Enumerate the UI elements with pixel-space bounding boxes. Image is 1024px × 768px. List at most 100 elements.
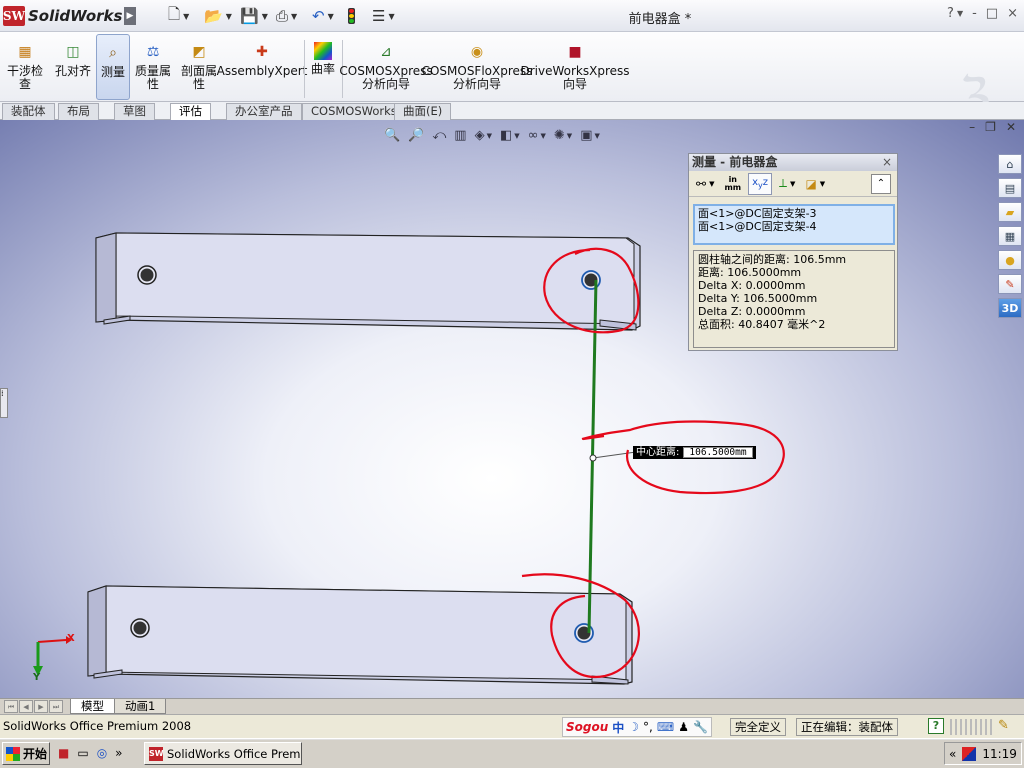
selection-item[interactable]: 面<1>@DC固定支架-3 <box>698 207 890 220</box>
title-bar: SW SolidWorks ▶ 🗋 ▼ 📂 ▼ 💾 ▼ ⎙ ▼ ↶ ▼ ☰ ▼ 前电器盒 *… <box>0 0 1024 32</box>
tab-assembly[interactable]: 装配体 <box>2 103 55 120</box>
appearances-icon[interactable]: ● <box>998 250 1022 270</box>
next-tab-icon[interactable]: ▶ <box>34 700 48 713</box>
minimize-button[interactable]: - <box>972 6 977 21</box>
measure-results: 圆柱轴之间的距离: 106.5mm 距离: 106.5000mm Delta X… <box>693 250 895 348</box>
home-icon[interactable]: ⌂ <box>998 154 1022 174</box>
assemblyxpert-button[interactable]: ✚ AssemblyXpert <box>217 34 308 100</box>
ie-icon[interactable]: ◎ <box>97 746 107 760</box>
hole-alignment-button[interactable]: ◫ 孔对齐 <box>52 34 94 100</box>
ime-toolbar[interactable]: Sogou 中 ☽ °, ⌨ ♟ 🔧 <box>562 717 712 737</box>
3d-content-icon[interactable]: 3D <box>998 298 1022 318</box>
save-button[interactable]: 💾 ▼ <box>240 6 268 26</box>
close-button[interactable]: × <box>1007 6 1018 21</box>
start-button[interactable]: 开始 <box>2 742 50 765</box>
command-label: 剖面属 性 <box>180 64 217 91</box>
command-label: COSMOSFloXpress 分析向导 <box>421 64 533 91</box>
command-manager: ▦ 干涉检 查 ◫ 孔对齐 ⌕ 测量 ⚖ 质量属 性 ◩ 剖面属 性 ✚ Ass… <box>0 32 1024 129</box>
driveworksxpress-button[interactable]: ■ DriveWorksXpress 向导 <box>520 34 629 100</box>
arc-circle-measure-button[interactable]: ⚯ ▼ <box>693 173 717 195</box>
tab-cosmosworks[interactable]: COSMOSWorks <box>302 103 406 120</box>
open-folder-icon: 📂 <box>204 7 223 25</box>
open-document-button[interactable]: 📂 ▼ <box>204 6 232 26</box>
units-precision-button[interactable]: in mm <box>721 173 744 195</box>
user-icon[interactable]: ♟ <box>678 720 689 734</box>
curvature-button[interactable]: 曲率 <box>308 34 338 100</box>
start-label: 开始 <box>23 747 48 761</box>
help-dropdown-icon[interactable]: ▼ <box>957 9 963 21</box>
result-line: Delta Z: 0.0000mm <box>698 305 806 318</box>
measure-selection-list[interactable]: 面<1>@DC固定支架-3 面<1>@DC固定支架-4 <box>693 204 895 245</box>
punctuation-icon[interactable]: °, <box>643 720 653 734</box>
help-icon[interactable]: ? <box>928 718 944 734</box>
last-tab-icon[interactable]: ⏭ <box>49 700 63 713</box>
print-button[interactable]: ⎙ ▼ <box>276 6 297 26</box>
options-button[interactable]: ☰ ▼ <box>372 6 395 26</box>
coordinate-system-button[interactable]: ◪ ▼ <box>802 173 828 195</box>
distance-callout[interactable]: 中心距离: 106.5000mm <box>633 446 756 459</box>
new-document-button[interactable]: 🗋 ▼ <box>168 5 189 26</box>
show-desktop-icon[interactable]: ▭ <box>77 746 88 760</box>
solidworks-quicklaunch-icon[interactable]: ■ <box>58 746 69 760</box>
measure-button[interactable]: ⌕ 测量 <box>96 34 130 100</box>
upper-bracket[interactable] <box>95 232 641 331</box>
chevron-down-icon: ▼ <box>388 11 395 21</box>
chevron-down-icon: ▼ <box>790 179 796 188</box>
selection-item[interactable]: 面<1>@DC固定支架-4 <box>698 220 890 233</box>
tab-sketch[interactable]: 草图 <box>114 103 155 120</box>
show-xyz-button[interactable]: xyz <box>748 172 773 195</box>
clock[interactable]: 11:19 <box>982 747 1017 761</box>
tray-expand-icon[interactable]: « <box>949 747 956 761</box>
wrench-icon[interactable]: 🔧 <box>693 720 708 734</box>
menu-arrow-icon[interactable]: ▶ <box>124 7 136 25</box>
taskbar-solidworks-button[interactable]: SW SolidWorks Office Premiu... <box>144 742 302 765</box>
window-controls: ? ▼ - □ × <box>947 6 1018 21</box>
brand-name: SolidWorks <box>28 7 123 25</box>
sogou-logo: Sogou <box>566 720 609 734</box>
cosmosxpress-button[interactable]: ⊿ COSMOSXpress 分析向导 <box>339 34 432 100</box>
measure-dialog: 测量 - 前电器盒 × ⚯ ▼ in mm xyz ⟂ ▼ ◪ ▼ ⌃ 面<1>@DC固… <box>688 153 898 351</box>
prev-tab-icon[interactable]: ◀ <box>19 700 33 713</box>
measure-close-button[interactable]: × <box>882 154 892 171</box>
section-properties-button[interactable]: ◩ 剖面属 性 <box>178 34 220 100</box>
ime-language[interactable]: 中 <box>612 719 624 736</box>
language-tray-icon[interactable] <box>962 746 977 761</box>
pin-icon[interactable]: ✎ <box>998 718 1009 733</box>
design-library-icon[interactable]: ▤ <box>998 178 1022 198</box>
tab-surfaces[interactable]: 曲面(E) <box>394 103 452 120</box>
point-to-point-button[interactable]: ⟂ ▼ <box>776 173 798 195</box>
view-palette-icon[interactable]: ▦ <box>998 226 1022 246</box>
custom-properties-icon[interactable]: ✎ <box>998 274 1022 294</box>
windows-flag-icon <box>6 746 20 761</box>
cosmosfloxpress-button[interactable]: ◉ COSMOSFloXpress 分析向导 <box>422 34 533 100</box>
keyboard-icon[interactable]: ⌨ <box>657 720 674 734</box>
interference-check-icon: ▦ <box>18 43 32 60</box>
tab-animation[interactable]: 动画1 <box>114 699 167 714</box>
moon-icon[interactable]: ☽ <box>628 720 639 734</box>
units-bottom: mm <box>724 182 742 192</box>
lower-bracket[interactable] <box>87 585 633 685</box>
solidworks-logo[interactable]: SW SolidWorks <box>3 4 122 28</box>
measure-dialog-title-bar[interactable]: 测量 - 前电器盒 × <box>689 154 897 171</box>
command-tabs: 装配体 布局 草图 评估 办公室产品 COSMOSWorks 曲面(E) <box>0 102 1024 122</box>
callout-value: 106.5000mm <box>683 447 753 458</box>
rebuild-button[interactable] <box>348 6 355 26</box>
tab-office-products[interactable]: 办公室产品 <box>226 103 302 120</box>
chevron-down-icon: ▼ <box>819 179 826 188</box>
tab-model[interactable]: 模型 <box>70 699 115 714</box>
first-tab-icon[interactable]: ⏮ <box>4 700 18 713</box>
windows-taskbar: 开始 ■ ▭ ◎ » SW SolidWorks Office Premiu..… <box>0 738 1024 768</box>
command-label: DriveWorksXpress 向导 <box>520 64 630 91</box>
restore-button[interactable]: □ <box>986 6 998 21</box>
file-explorer-icon[interactable]: ▰ <box>998 202 1022 222</box>
more-quicklaunch-icon[interactable]: » <box>115 746 122 760</box>
collapse-dialog-button[interactable]: ⌃ <box>871 174 891 194</box>
driveworksxpress-icon: ■ <box>568 43 582 60</box>
options-list-icon: ☰ <box>372 7 386 25</box>
measure-icon: ⌕ <box>109 44 117 61</box>
mass-properties-button[interactable]: ⚖ 质量属 性 <box>132 34 174 100</box>
help-button[interactable]: ? <box>947 6 954 21</box>
interference-check-button[interactable]: ▦ 干涉检 查 <box>4 34 46 100</box>
tab-layout[interactable]: 布局 <box>58 103 99 120</box>
undo-button[interactable]: ↶ ▼ <box>312 6 334 26</box>
